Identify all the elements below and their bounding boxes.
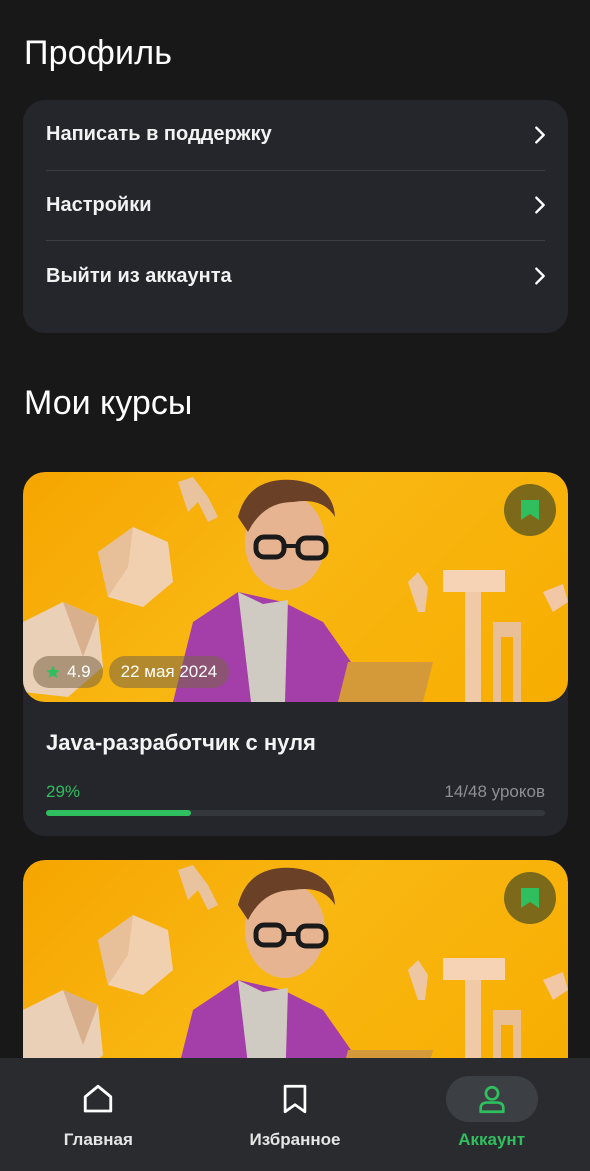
profile-menu: Написать в поддержку Настройки Выйти из … (23, 100, 568, 333)
page-title: Профиль (24, 34, 173, 72)
menu-item-settings[interactable]: Настройки (46, 171, 545, 241)
progress-bar (46, 810, 545, 816)
course-illustration (23, 865, 568, 1090)
course-meta-chips: 4.9 22 мая 2024 (33, 656, 230, 688)
star-icon (46, 665, 60, 678)
nav-item-account[interactable]: Аккаунт (397, 1058, 587, 1150)
section-title-my-courses: Мои курсы (24, 384, 193, 422)
menu-item-label: Выйти из аккаунта (46, 264, 232, 287)
nav-icon-container (249, 1076, 341, 1122)
progress-percent: 29% (46, 782, 81, 801)
rating-badge: 4.9 (33, 656, 103, 688)
menu-item-support[interactable]: Написать в поддержку (46, 100, 545, 171)
progress-row: 29% 14/48 уроков (46, 782, 545, 802)
menu-item-label: Настройки (46, 193, 152, 216)
rating-value: 4.9 (67, 662, 91, 681)
course-title: Java-разработчик с нуля (46, 730, 316, 755)
course-cover-image (23, 860, 568, 1090)
course-date: 22 мая 2024 (120, 662, 218, 681)
bookmark-icon (283, 1084, 307, 1114)
menu-item-label: Написать в поддержку (46, 123, 272, 146)
home-icon (84, 1084, 113, 1113)
nav-label: Главная (63, 1130, 133, 1149)
course-card[interactable]: 4.9 22 мая 2024 Java-разработчик с нуля … (23, 472, 568, 836)
nav-label: Избранное (249, 1130, 341, 1149)
chevron-right-icon (535, 267, 545, 285)
bookmark-button[interactable] (504, 872, 556, 924)
course-cover-image: 4.9 22 мая 2024 (23, 472, 568, 702)
chevron-right-icon (535, 126, 545, 144)
nav-icon-container (52, 1076, 144, 1122)
bookmark-filled-icon (521, 500, 539, 520)
progress-bar-fill (46, 810, 191, 816)
nav-label: Аккаунт (458, 1130, 526, 1149)
user-icon (478, 1085, 505, 1114)
bottom-navigation: Главная Избранное Аккаунт (0, 1058, 590, 1171)
nav-icon-container (445, 1076, 538, 1122)
menu-item-logout[interactable]: Выйти из аккаунта (46, 241, 545, 312)
bookmark-button[interactable] (504, 484, 556, 536)
chevron-right-icon (535, 196, 545, 214)
nav-item-favorites[interactable]: Избранное (200, 1058, 390, 1150)
bookmark-filled-icon (521, 888, 539, 908)
date-badge: 22 мая 2024 (108, 656, 230, 688)
course-info: Java-разработчик с нуля 29% 14/48 уроков (23, 702, 568, 836)
nav-item-home[interactable]: Главная (3, 1058, 193, 1150)
lessons-count: 14/48 уроков (444, 782, 545, 801)
